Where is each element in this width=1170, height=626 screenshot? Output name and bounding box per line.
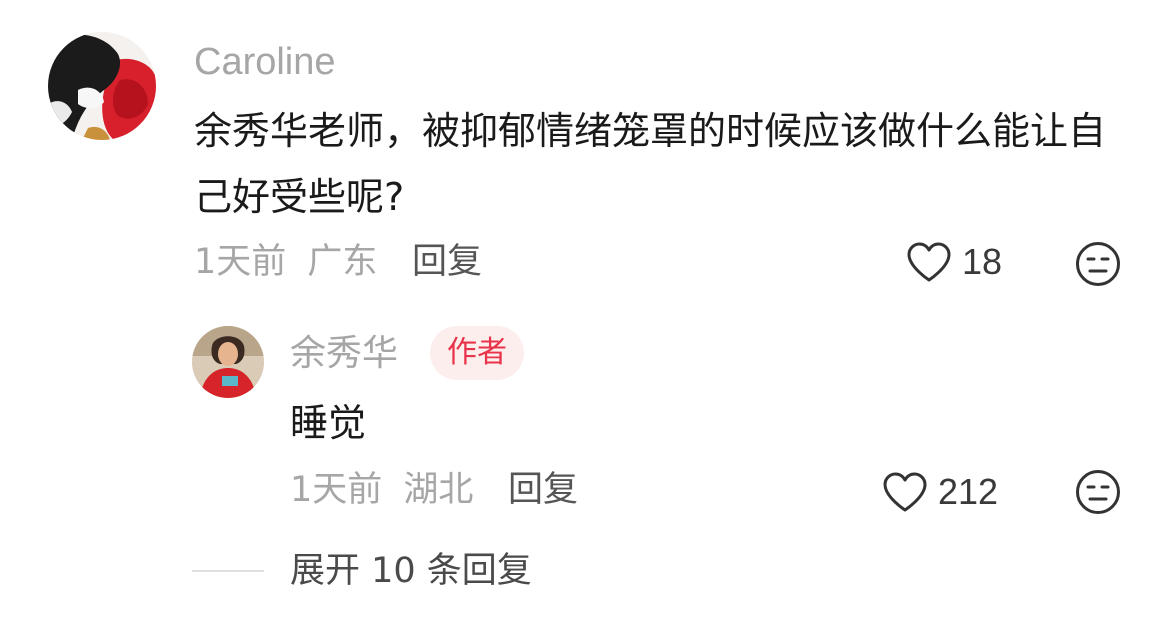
reply-like-button[interactable]: 212 — [882, 470, 998, 514]
comment-time: 1天前 — [194, 242, 287, 282]
avatar-image — [192, 326, 264, 398]
avatar[interactable] — [48, 32, 156, 140]
comment-location: 广东 — [307, 242, 378, 282]
like-button[interactable]: 18 — [906, 240, 1002, 284]
reply-meta: 1天前 湖北 — [290, 468, 473, 512]
meh-face-icon — [1076, 242, 1120, 286]
comment-author[interactable]: Caroline — [194, 38, 336, 86]
reply-location: 湖北 — [403, 470, 474, 510]
meh-face-icon — [1076, 470, 1120, 514]
comment-meta: 1天前 广东 — [194, 240, 377, 284]
reply-emoji-reaction-button[interactable] — [1075, 469, 1121, 519]
emoji-reaction-button[interactable] — [1075, 241, 1121, 291]
reply-time: 1天前 — [290, 470, 383, 510]
author-badge: 作者 — [430, 326, 524, 380]
heart-outline-icon — [907, 242, 951, 282]
expand-replies-button[interactable]: 展开 10 条回复 — [290, 548, 532, 594]
reply-author[interactable]: 余秀华 — [290, 331, 398, 377]
reply-text: 睡觉 — [290, 401, 367, 445]
comment-text: 余秀华老师，被抑郁情绪笼罩的时候应该做什么能让自己好受些呢? — [194, 109, 1107, 219]
like-count: 18 — [962, 241, 1003, 282]
heart-outline-icon — [883, 472, 927, 512]
expand-divider — [192, 570, 264, 572]
reply-avatar[interactable] — [192, 326, 264, 398]
reply-like-count: 212 — [938, 471, 999, 512]
reply-to-reply-button[interactable]: 回复 — [508, 468, 578, 512]
avatar-image — [48, 32, 156, 140]
reply-button[interactable]: 回复 — [412, 240, 482, 284]
